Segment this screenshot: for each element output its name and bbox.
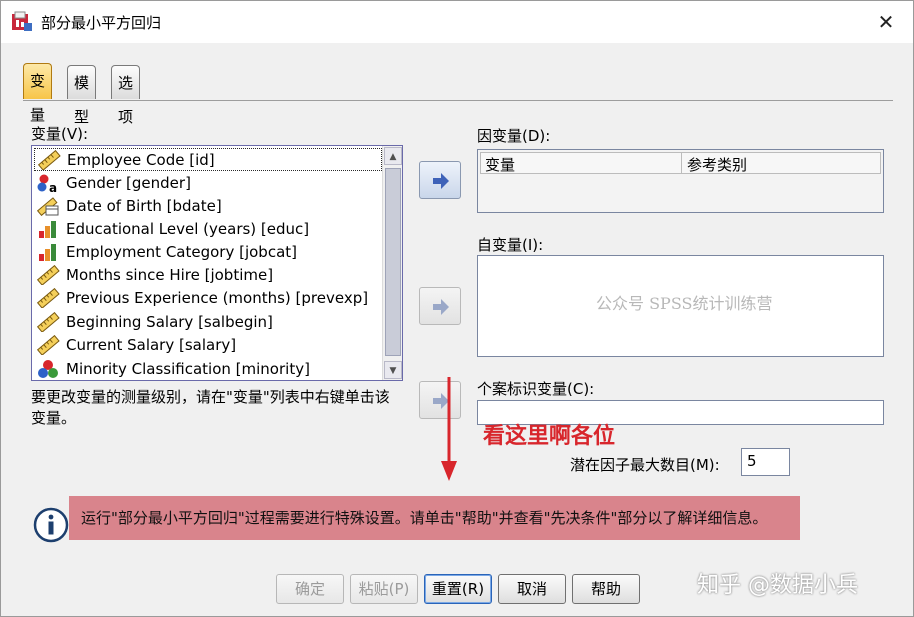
variable-label: Minority Classification [minority] (66, 359, 310, 378)
reset-button[interactable]: 重置(R) (424, 574, 492, 604)
variable-label: Current Salary [salary] (66, 335, 237, 354)
ordinal-bars-icon (39, 243, 56, 261)
scale-ruler-icon (37, 149, 61, 170)
list-item[interactable]: Current Salary [salary] (34, 333, 382, 356)
title-bar: 部分最小平方回归 ✕ (1, 1, 913, 43)
measure-hint-line1: 要更改变量的测量级别，请在"变量"列表中右键单击该 (31, 388, 390, 406)
date-scale-icon (36, 196, 59, 216)
list-scrollbar[interactable]: ▲ ▼ (382, 146, 402, 380)
move-to-independent-button[interactable] (419, 287, 461, 325)
brand-watermark: 知乎 @数据小兵 (697, 573, 858, 598)
red-arrow-icon (441, 377, 457, 481)
column-header-variable: 变量 (485, 156, 516, 174)
list-item[interactable]: Educational Level (years) [educ] (34, 217, 382, 240)
dependent-table[interactable]: 变量 参考类别 (477, 149, 884, 213)
measure-hint-line2: 变量。 (31, 409, 77, 427)
variable-list[interactable]: Employee Code [id] a Gender [gender] Dat… (31, 145, 403, 381)
case-id-label: 个案标识变量(C): (477, 380, 595, 398)
scroll-thumb[interactable] (385, 168, 401, 356)
ordinal-bars-icon (39, 220, 56, 238)
scale-ruler-icon (36, 334, 60, 355)
dependent-table-header: 变量 参考类别 (480, 152, 881, 174)
ok-button[interactable]: 确定 (276, 574, 344, 604)
nominal-string-icon: a (37, 174, 57, 193)
max-factors-label: 潜在因子最大数目(M): (570, 456, 720, 474)
scale-ruler-icon (36, 287, 60, 308)
list-item[interactable]: Beginning Salary [salbegin] (34, 310, 382, 333)
list-item[interactable]: a Gender [gender] (34, 171, 382, 194)
variable-label: Educational Level (years) [educ] (66, 219, 310, 238)
independent-list[interactable]: 公众号 SPSS统计训练营 (477, 255, 884, 357)
variable-label: Date of Birth [bdate] (66, 196, 222, 215)
info-message: 运行"部分最小平方回归"过程需要进行特殊设置。请单击"帮助"并查看"先决条件"部… (69, 496, 800, 540)
variable-label: Previous Experience (months) [prevexp] (66, 288, 369, 307)
dependent-label: 因变量(D): (477, 127, 551, 145)
nominal-circles-icon (38, 359, 58, 378)
tab-variables[interactable]: 变量 (23, 63, 53, 124)
variables-label: 变量(V): (31, 125, 89, 143)
variable-label: Months since Hire [jobtime] (66, 265, 274, 284)
column-divider (681, 153, 682, 173)
independent-label: 自变量(I): (477, 236, 544, 254)
list-item[interactable]: Months since Hire [jobtime] (34, 263, 382, 286)
dialog-window: 部分最小平方回归 ✕ 变量 模型 选项 变量(V): Employee Code… (0, 0, 914, 617)
tab-panel-border (23, 100, 893, 101)
variable-label: Gender [gender] (66, 173, 191, 192)
list-item[interactable]: Previous Experience (months) [prevexp] (34, 286, 382, 309)
account-watermark: 公众号 SPSS统计训练营 (596, 294, 773, 313)
close-button[interactable]: ✕ (873, 9, 899, 35)
help-button[interactable]: 帮助 (572, 574, 640, 604)
variable-label: Beginning Salary [salbegin] (66, 312, 273, 331)
right-arrow-icon (433, 173, 449, 189)
list-item[interactable]: Date of Birth [bdate] (34, 194, 382, 217)
scale-ruler-icon (36, 311, 60, 332)
column-header-reference: 参考类别 (687, 156, 748, 174)
tab-model[interactable]: 模型 (67, 65, 97, 126)
list-item[interactable]: Employment Category [jobcat] (34, 240, 382, 263)
cancel-button[interactable]: 取消 (498, 574, 566, 604)
scroll-down-icon[interactable]: ▼ (384, 361, 402, 379)
move-to-dependent-button[interactable] (419, 161, 461, 199)
scale-ruler-icon (36, 264, 60, 285)
right-arrow-icon (433, 299, 449, 315)
variable-label: Employee Code [id] (67, 150, 215, 169)
list-item[interactable]: Employee Code [id] (34, 148, 382, 171)
tab-options[interactable]: 选项 (111, 65, 141, 126)
max-factors-input[interactable]: 5 (741, 448, 790, 476)
svg-text:a: a (49, 181, 57, 193)
scroll-up-icon[interactable]: ▲ (384, 147, 402, 165)
paste-button[interactable]: 粘贴(P) (350, 574, 418, 604)
window-title: 部分最小平方回归 (41, 14, 162, 32)
spss-app-icon (12, 11, 32, 31)
annotation-text: 看这里啊各位 (483, 424, 616, 449)
list-item[interactable]: Minority Classification [minority] (34, 357, 382, 380)
info-icon (33, 507, 69, 543)
variable-label: Employment Category [jobcat] (66, 242, 298, 261)
